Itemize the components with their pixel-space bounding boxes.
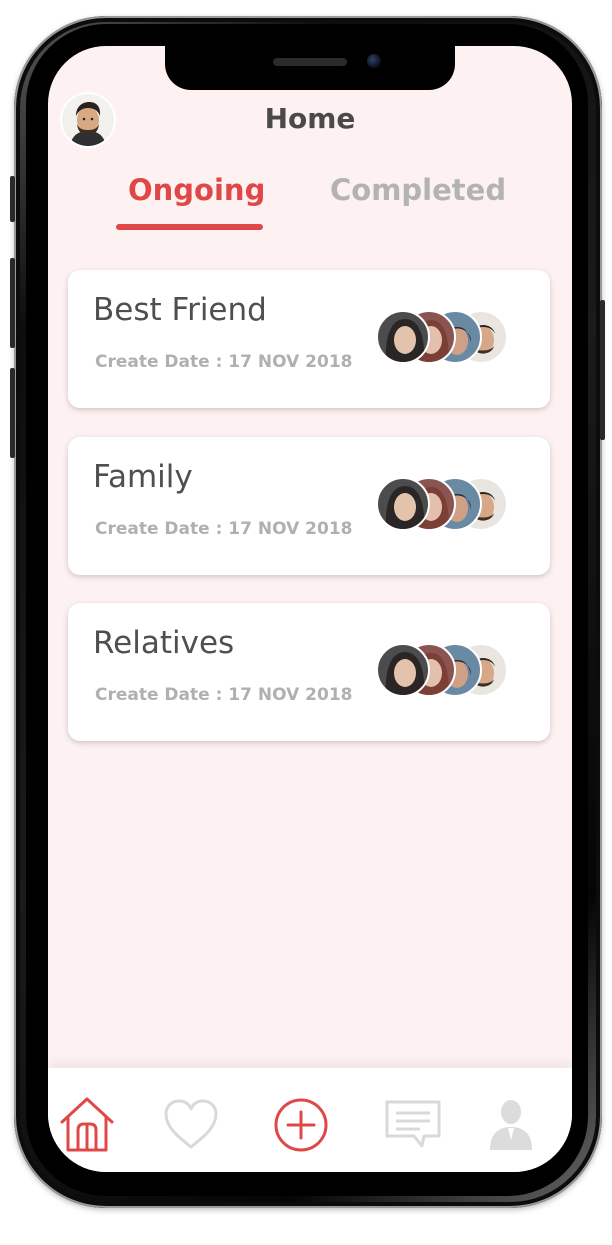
speaker-grille: [273, 58, 347, 66]
member-avatar-stack: [376, 643, 516, 699]
nav-home-button[interactable]: [56, 1094, 118, 1156]
nav-add-button[interactable]: [270, 1094, 332, 1156]
group-name: Family: [93, 459, 193, 495]
mute-switch: [10, 176, 15, 222]
group-create-date: Create Date : 17 NOV 2018: [95, 685, 353, 705]
profile-icon: [490, 1100, 532, 1150]
group-card-best-friend[interactable]: Best Friend Create Date : 17 NOV 2018: [68, 270, 550, 408]
group-name: Best Friend: [93, 292, 267, 328]
member-avatar-stack: [376, 310, 516, 366]
member-avatar: [376, 477, 430, 531]
tab-ongoing[interactable]: Ongoing: [128, 173, 265, 207]
front-camera: [367, 54, 381, 68]
nav-profile-button[interactable]: [480, 1094, 542, 1156]
group-create-date: Create Date : 17 NOV 2018: [95, 352, 353, 372]
power-button: [600, 300, 605, 440]
tab-completed[interactable]: Completed: [330, 173, 506, 207]
bottom-navigation: [48, 1068, 572, 1172]
home-icon: [60, 1097, 114, 1152]
chat-icon: [385, 1100, 441, 1148]
member-avatar: [376, 310, 430, 364]
page-title: Home: [264, 102, 356, 135]
nav-messages-button[interactable]: [382, 1094, 444, 1156]
volume-up-button: [10, 258, 15, 348]
group-name: Relatives: [93, 625, 235, 661]
member-avatar-stack: [376, 477, 516, 533]
add-circle-icon: [274, 1098, 328, 1152]
notch: [165, 46, 455, 90]
group-card-relatives[interactable]: Relatives Create Date : 17 NOV 2018: [68, 603, 550, 741]
heart-icon: [164, 1099, 218, 1149]
volume-down-button: [10, 368, 15, 458]
group-card-family[interactable]: Family Create Date : 17 NOV 2018: [68, 437, 550, 575]
active-tab-indicator: [116, 224, 263, 230]
nav-favorites-button[interactable]: [160, 1094, 222, 1156]
group-create-date: Create Date : 17 NOV 2018: [95, 519, 353, 539]
app-screen: Home Ongoing Completed Best Friend Creat…: [48, 46, 572, 1172]
member-avatar: [376, 643, 430, 697]
